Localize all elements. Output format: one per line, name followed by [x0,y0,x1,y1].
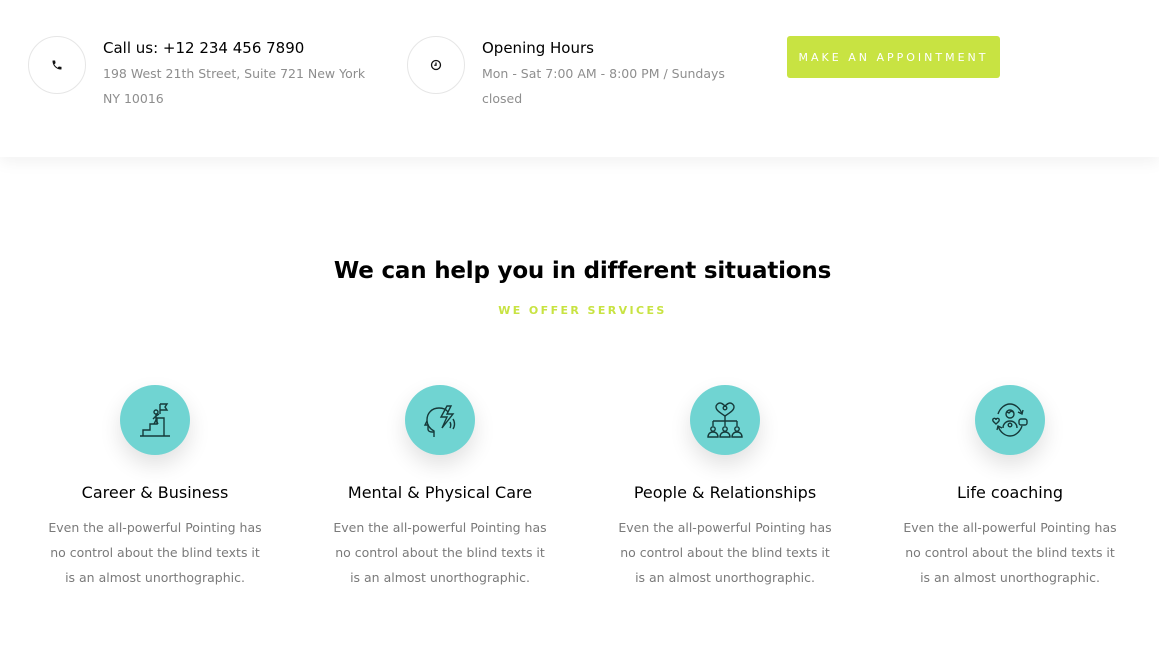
service-card-mental: Mental & Physical Care Even the all-powe… [325,385,555,590]
clock-icon [407,36,465,94]
service-card-life-coaching: Life coaching Even the all-powerful Poin… [895,385,1125,590]
service-description: Even the all-powerful Pointing has no co… [618,520,832,585]
coaching-cycle-icon [975,385,1045,455]
service-description: Even the all-powerful Pointing has no co… [48,520,262,585]
mind-head-icon [405,385,475,455]
service-title: Life coaching [957,483,1063,502]
contact-phone: Call us: +12 234 456 7890 198 West 21th … [28,36,388,111]
service-description: Even the all-powerful Pointing has no co… [903,520,1117,585]
people-network-icon [690,385,760,455]
contact-hours: Opening Hours Mon - Sat 7:00 AM - 8:00 P… [407,36,767,111]
phone-icon [28,36,86,94]
hours-title: Opening Hours [482,39,594,57]
phone-title[interactable]: Call us: +12 234 456 7890 [103,38,373,58]
service-title: People & Relationships [633,483,817,502]
hours-text: Mon - Sat 7:00 AM - 8:00 PM / Sundays cl… [482,66,725,106]
address-text: 198 West 21th Street, Suite 721 New York… [103,66,366,106]
career-climb-icon [120,385,190,455]
service-description: Even the all-powerful Pointing has no co… [333,520,547,585]
contact-bar: Call us: +12 234 456 7890 198 West 21th … [0,0,1159,157]
service-card-career: Career & Business Even the all-powerful … [40,385,270,590]
service-title: Mental & Physical Care [347,483,533,502]
section-subheading: WE OFFER SERVICES [498,304,667,317]
service-title: Career & Business [81,483,229,502]
make-appointment-button[interactable]: MAKE AN APPOINTMENT [787,36,1000,78]
service-card-people: People & Relationships Even the all-powe… [610,385,840,590]
section-heading: We can help you in different situations [333,258,832,284]
